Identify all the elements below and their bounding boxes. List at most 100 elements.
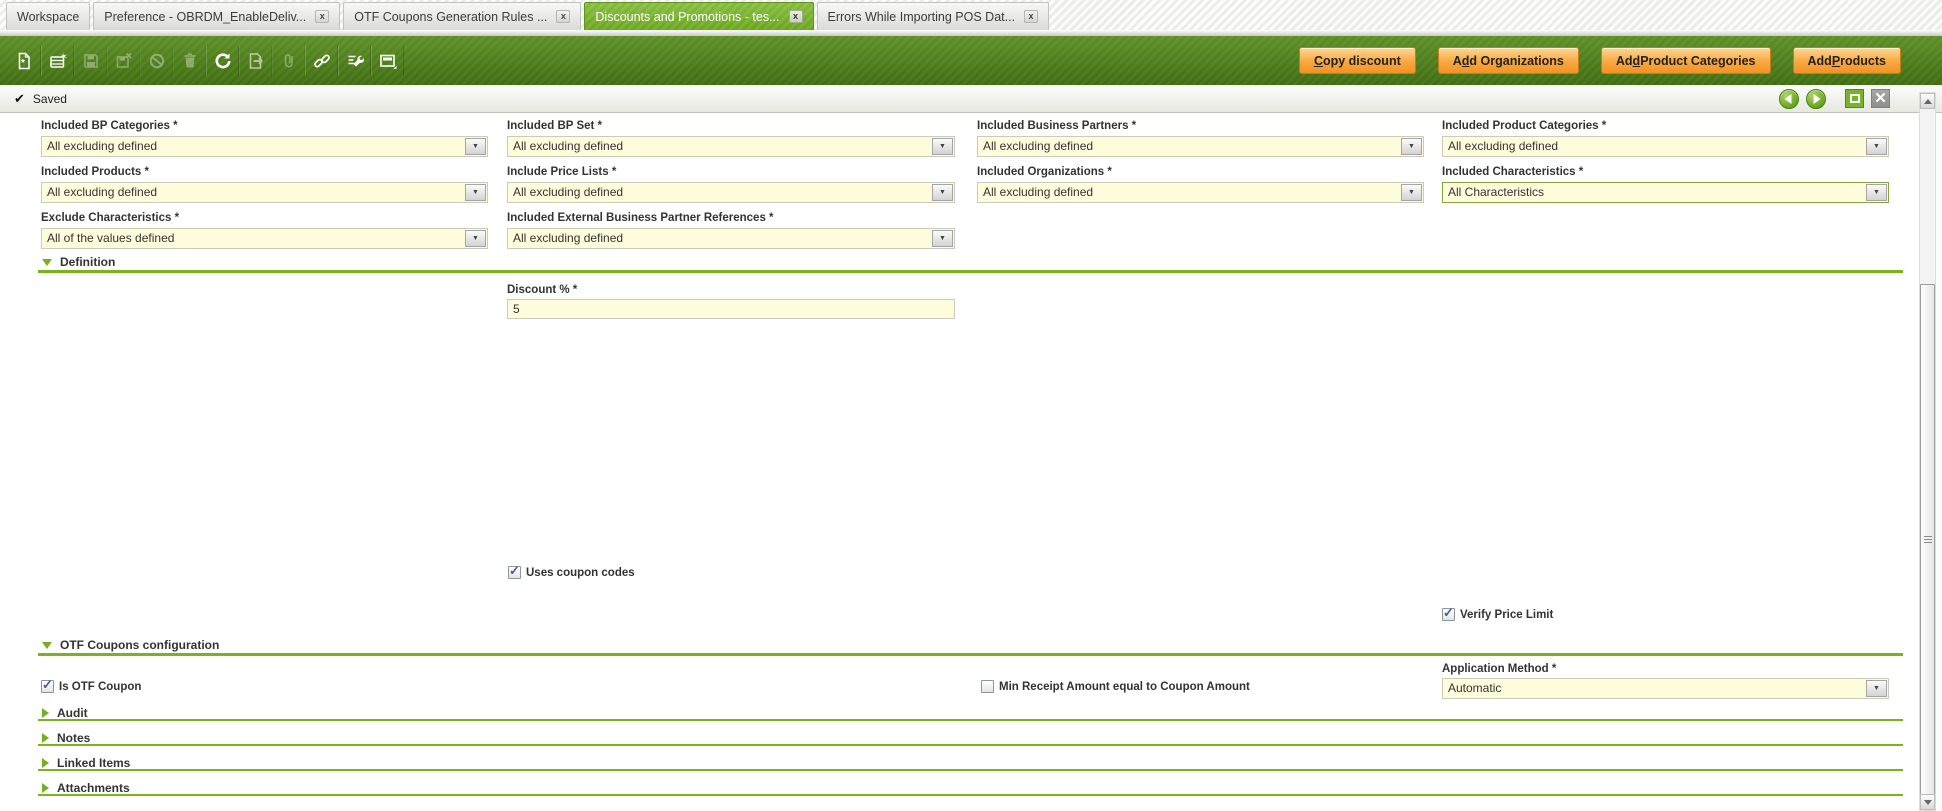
tab-discounts-and-promotions[interactable]: Discounts and Promotions - tes... x	[584, 2, 814, 30]
section-audit[interactable]: Audit	[42, 706, 88, 720]
tab-close-icon[interactable]: x	[788, 10, 803, 23]
add-products-button[interactable]: Add Products	[1792, 47, 1901, 74]
scrollbar-thumb[interactable]	[1920, 284, 1935, 796]
included-bp-categories-select[interactable]: All excluding defined ▼	[41, 136, 488, 157]
link-button[interactable]	[305, 45, 338, 76]
exclude-characteristics-label: Exclude Characteristics *	[41, 212, 180, 224]
close-form-button[interactable]: ✕	[1871, 89, 1890, 108]
included-product-categories-select[interactable]: All excluding defined ▼	[1442, 136, 1889, 157]
attachment-button[interactable]	[272, 45, 305, 76]
section-definition[interactable]: Definition	[42, 255, 115, 269]
maximize-form-button[interactable]	[1845, 89, 1864, 108]
included-organizations-label: Included Organizations *	[977, 166, 1112, 178]
export-icon	[249, 52, 263, 69]
tools-icon	[348, 55, 364, 67]
tab-close-icon[interactable]: x	[1024, 10, 1039, 23]
is-otf-coupon-row: ✓ Is OTF Coupon	[41, 677, 141, 693]
form-grid-toggle-icon	[379, 54, 396, 69]
scroll-down-button[interactable]	[1920, 794, 1935, 810]
included-external-bp-references-label: Included External Business Partner Refer…	[507, 212, 774, 224]
section-linked-items[interactable]: Linked Items	[42, 756, 130, 770]
included-characteristics-select[interactable]: All Characteristics ▼	[1442, 182, 1889, 203]
dropdown-arrow-icon[interactable]: ▼	[1866, 138, 1887, 155]
exclude-characteristics-select[interactable]: All of the values defined ▼	[41, 228, 488, 249]
scroll-up-button[interactable]	[1920, 93, 1935, 109]
verify-price-limit-checkbox[interactable]: ✓	[1442, 605, 1455, 621]
save-button[interactable]	[74, 45, 107, 76]
is-otf-coupon-checkbox[interactable]: ✓	[41, 677, 54, 693]
collapse-collapsed-icon	[42, 733, 49, 743]
dropdown-arrow-icon[interactable]: ▼	[932, 184, 953, 201]
add-organizations-button[interactable]: Add Organizations	[1437, 47, 1579, 74]
undo-button[interactable]	[140, 45, 173, 76]
dropdown-arrow-icon[interactable]: ▼	[1401, 184, 1422, 201]
new-record-button[interactable]: *	[8, 45, 41, 76]
status-bar-icons: ✕	[1779, 88, 1890, 109]
included-organizations-select[interactable]: All excluding defined ▼	[977, 182, 1424, 203]
tools-button[interactable]	[338, 45, 371, 76]
included-bp-set-select[interactable]: All excluding defined ▼	[507, 136, 955, 157]
collapse-collapsed-icon	[42, 758, 49, 768]
tab-close-icon[interactable]: x	[556, 10, 571, 23]
section-divider	[38, 744, 1903, 746]
tab-close-icon[interactable]: x	[315, 10, 330, 23]
next-record-button[interactable]	[1806, 88, 1826, 109]
refresh-icon	[215, 52, 230, 68]
included-business-partners-select[interactable]: All excluding defined ▼	[977, 136, 1424, 157]
previous-record-button[interactable]	[1779, 88, 1799, 109]
svg-text:*: *	[21, 58, 25, 69]
form-grid-toggle-button[interactable]	[371, 45, 404, 76]
included-business-partners-label: Included Business Partners *	[977, 120, 1137, 132]
tab-preference[interactable]: Preference - OBRDM_EnableDeliv... x	[93, 2, 341, 30]
dropdown-arrow-icon[interactable]: ▼	[932, 138, 953, 155]
add-product-categories-button[interactable]: Ad d Product Categories	[1600, 47, 1771, 74]
delete-button[interactable]	[173, 45, 206, 76]
verify-price-limit-row: ✓ Verify Price Limit	[1442, 605, 1553, 621]
discount-percent-label: Discount % *	[507, 284, 578, 296]
dropdown-arrow-icon[interactable]: ▼	[1401, 138, 1422, 155]
checkbox-check-icon: ✓	[509, 563, 520, 578]
application-method-select[interactable]: Automatic ▼	[1442, 678, 1889, 699]
section-title: Audit	[57, 706, 88, 720]
link-icon	[313, 54, 330, 67]
status-saved-label: Saved	[32, 91, 67, 106]
included-external-bp-references-select[interactable]: All excluding defined ▼	[507, 228, 955, 249]
dropdown-arrow-icon[interactable]: ▼	[465, 184, 486, 201]
included-product-categories-label: Included Product Categories *	[1442, 120, 1607, 132]
delete-icon	[184, 53, 195, 67]
included-products-select[interactable]: All excluding defined ▼	[41, 182, 488, 203]
min-receipt-amount-checkbox[interactable]	[981, 680, 994, 693]
vertical-scrollbar[interactable]	[1919, 92, 1936, 811]
tab-errors-importing-pos[interactable]: Errors While Importing POS Dat... x	[816, 2, 1050, 30]
tab-workspace[interactable]: Workspace	[6, 2, 91, 30]
dropdown-arrow-icon[interactable]: ▼	[932, 230, 953, 247]
included-bp-categories-label: Included BP Categories *	[41, 120, 178, 132]
tab-otf-coupons-rules[interactable]: OTF Coupons Generation Rules ... x	[343, 2, 582, 30]
collapse-collapsed-icon	[42, 783, 49, 793]
uses-coupon-codes-checkbox[interactable]: ✓	[508, 563, 521, 579]
toolbar-action-buttons: Copy discount Add Organizations Ad d Prod…	[1298, 47, 1901, 74]
new-record-icon: *	[18, 52, 30, 69]
include-price-lists-select[interactable]: All excluding defined ▼	[507, 182, 955, 203]
section-attachments[interactable]: Attachments	[42, 781, 130, 795]
tab-label: Errors While Importing POS Dat...	[827, 9, 1016, 24]
min-receipt-amount-label: Min Receipt Amount equal to Coupon Amoun…	[999, 680, 1250, 693]
dropdown-arrow-icon[interactable]: ▼	[1866, 184, 1887, 201]
save-and-close-button[interactable]	[107, 45, 140, 76]
copy-discount-button[interactable]: Copy discount	[1298, 47, 1416, 74]
new-row-button[interactable]: ✶	[41, 45, 74, 76]
tab-bar: Workspace Preference - OBRDM_EnableDeliv…	[0, 0, 1942, 30]
section-notes[interactable]: Notes	[42, 731, 90, 745]
discount-percent-input[interactable]: 5	[507, 299, 955, 319]
scroll-down-icon	[1923, 799, 1932, 805]
refresh-button[interactable]	[206, 45, 239, 76]
dropdown-arrow-icon[interactable]: ▼	[1866, 680, 1887, 697]
checkbox-check-icon: ✓	[1443, 605, 1454, 620]
section-title: OTF Coupons configuration	[60, 638, 220, 652]
export-button[interactable]	[239, 45, 272, 76]
dropdown-arrow-icon[interactable]: ▼	[465, 138, 486, 155]
section-otf-coupons-configuration[interactable]: OTF Coupons configuration	[42, 638, 219, 652]
status-bar: ✔ Saved ✕	[0, 85, 1942, 113]
dropdown-arrow-icon[interactable]: ▼	[465, 230, 486, 247]
min-receipt-amount-row: Min Receipt Amount equal to Coupon Amoun…	[981, 680, 1250, 693]
